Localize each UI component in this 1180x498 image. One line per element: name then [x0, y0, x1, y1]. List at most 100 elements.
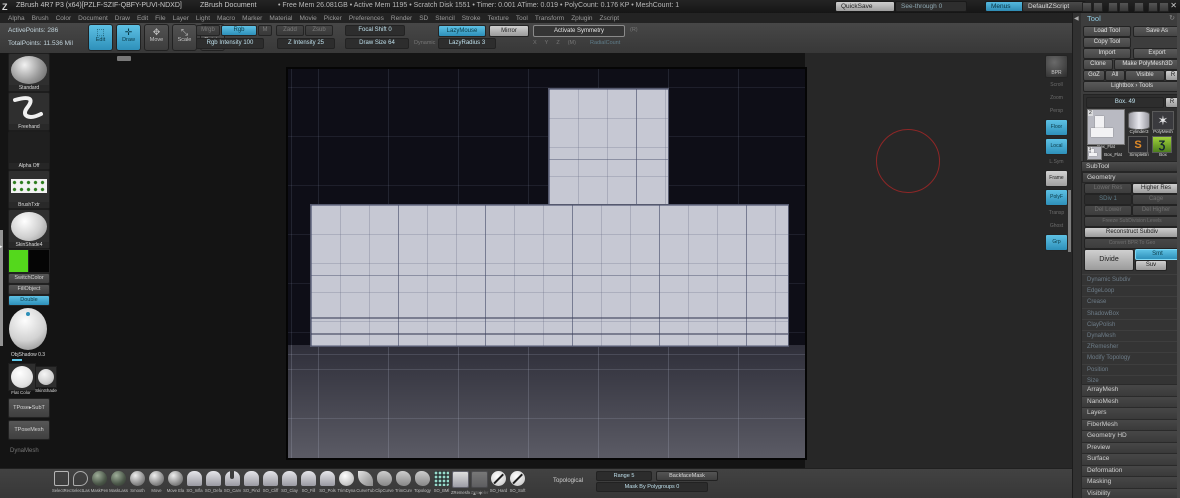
dynamesh-label[interactable]: DynaMesh: [10, 448, 39, 454]
view-toggle-button[interactable]: Persp: [1045, 106, 1068, 117]
higher-res-button[interactable]: Higher Res: [1132, 183, 1180, 194]
topological-label[interactable]: Topological: [553, 478, 583, 484]
brush-slot[interactable]: SO_Hard: [489, 471, 508, 495]
brush-slot[interactable]: Smooth: [128, 471, 147, 495]
axis-toggle[interactable]: (M): [568, 40, 576, 46]
mode-button[interactable]: ✥ Move: [144, 24, 169, 51]
goz-button[interactable]: GoZ: [1083, 70, 1105, 81]
quicksave-button[interactable]: QuickSave: [835, 1, 895, 12]
flat-color-material-slot[interactable]: [8, 363, 36, 391]
draw-size-slider[interactable]: Draw Size 64: [345, 38, 409, 49]
view-toggle-button[interactable]: L.Sym: [1045, 157, 1068, 168]
brush-slot[interactable]: ClipCurve: [375, 471, 394, 495]
lower-res-button[interactable]: Lower Res: [1084, 183, 1132, 194]
fill-object-button[interactable]: FillObject: [8, 284, 50, 295]
current-tool-thumbnail[interactable]: 2: [1087, 109, 1125, 145]
polymesh3d-star-icon[interactable]: ✶: [1152, 111, 1174, 130]
range-slider[interactable]: Range 5: [596, 471, 652, 481]
current-texture-slot[interactable]: BrushTxtr: [8, 170, 50, 209]
activate-symmetry-button[interactable]: Activate Symmetry: [533, 25, 625, 37]
goz-all-button[interactable]: All: [1105, 70, 1125, 81]
brush-slot[interactable]: ZRemeshe: [451, 471, 470, 495]
cage-button[interactable]: Cage: [1132, 194, 1180, 205]
lazyradius-slider[interactable]: LazyRadius 3: [438, 38, 496, 49]
tray-collapse-icon[interactable]: ◀: [1074, 15, 1079, 22]
view-toggle-button[interactable]: Grp: [1045, 234, 1068, 251]
menu-item[interactable]: Stencil: [435, 15, 455, 22]
brush-slot[interactable]: MaskLass: [109, 471, 128, 495]
zadd-button[interactable]: Zadd: [276, 25, 304, 36]
palette-section-header[interactable]: Deformation: [1081, 464, 1180, 476]
palette-gear-icon[interactable]: ↻: [1169, 14, 1175, 22]
mrgb-button[interactable]: Mrgb: [196, 25, 220, 36]
tray-divider[interactable]: [1073, 13, 1081, 498]
menu-item[interactable]: Brush: [32, 15, 49, 22]
divide-button[interactable]: Divide: [1084, 249, 1134, 271]
menu-item[interactable]: Render: [391, 15, 412, 22]
palette-section-header[interactable]: FiberMesh: [1081, 418, 1180, 430]
focal-shift-slider[interactable]: Focal Shift 0: [345, 25, 405, 36]
geometry-subsection-header[interactable]: ClayPolish: [1082, 318, 1180, 330]
right-shelf-scrollbar[interactable]: [1068, 190, 1071, 252]
simplebrush-tool-icon[interactable]: S: [1128, 136, 1148, 153]
see-through-slider[interactable]: See-through 0: [895, 1, 967, 12]
objshadow-slider[interactable]: [12, 359, 22, 361]
menu-item[interactable]: Texture: [488, 15, 509, 22]
rgb-button[interactable]: Rgb: [221, 25, 257, 36]
palette-section-header[interactable]: ArrayMesh: [1081, 384, 1180, 396]
box-tool-icon[interactable]: Ʒ: [1152, 136, 1172, 153]
switch-color-button[interactable]: SwitchColor: [8, 273, 50, 284]
menu-item[interactable]: Light: [196, 15, 210, 22]
default-zscript-button[interactable]: DefaultZScript: [1022, 1, 1086, 12]
axis-toggle[interactable]: X: [533, 40, 537, 46]
geometry-subsection-header[interactable]: DynaMesh: [1082, 329, 1180, 341]
geometry-subsection-header[interactable]: Modify Topology: [1082, 352, 1180, 363]
view-toggle-button[interactable]: Ghost: [1045, 221, 1068, 232]
box-tool-slider[interactable]: Box. 49: [1086, 97, 1164, 108]
menu-item[interactable]: Zplugin: [571, 15, 592, 22]
del-higher-button[interactable]: Del Higher: [1132, 205, 1180, 216]
current-alpha-slot[interactable]: Alpha Off: [8, 131, 50, 170]
import-button[interactable]: Import: [1083, 48, 1131, 59]
skinshade-material-slot[interactable]: [35, 366, 57, 388]
geometry-subsection-header[interactable]: ZRemesher: [1082, 341, 1180, 352]
save-as-button[interactable]: Save As: [1133, 26, 1180, 37]
freeze-subdivision-button[interactable]: Freeze SubDivision Levels: [1084, 216, 1180, 227]
mode-button[interactable]: ✛ Draw: [116, 24, 141, 51]
load-tool-button[interactable]: Load Tool: [1083, 26, 1131, 37]
brush-slot[interactable]: MaskPen: [90, 471, 109, 495]
shelf-scroll-arrows[interactable]: ▲▼: [472, 491, 484, 497]
menu-item[interactable]: SD: [419, 15, 428, 22]
palette-section-header[interactable]: Masking: [1081, 476, 1180, 488]
minimize-icon[interactable]: [1148, 2, 1158, 12]
current-stroke-slot[interactable]: Freehand: [8, 92, 50, 131]
geometry-subsection-header[interactable]: EdgeLoop: [1082, 285, 1180, 296]
z-intensity-slider[interactable]: Z Intensity 25: [277, 38, 335, 49]
brush-slot[interactable]: TrimCurv: [394, 471, 413, 495]
brush-slot[interactable]: SO_Fill: [299, 471, 318, 495]
symmetry-r-toggle[interactable]: (R): [630, 27, 638, 33]
export-button[interactable]: Export: [1133, 48, 1180, 59]
mirror-button[interactable]: Mirror: [489, 25, 529, 37]
palette-icon[interactable]: [1082, 2, 1092, 12]
brush-slot[interactable]: SO_BMl: [432, 471, 451, 495]
menu-item[interactable]: Macro: [217, 15, 235, 22]
geometry-subsection-header[interactable]: ShadowBox: [1082, 307, 1180, 319]
picker-icon[interactable]: [1108, 2, 1118, 12]
brush-slot[interactable]: SelectLas: [71, 471, 90, 495]
menu-item[interactable]: Picker: [324, 15, 342, 22]
cylinder3d-tool-icon[interactable]: [1128, 111, 1150, 130]
view-toggle-button[interactable]: Transp: [1045, 208, 1068, 219]
palette-section-header[interactable]: Layers: [1081, 407, 1180, 419]
objshadow-preview[interactable]: [8, 307, 48, 351]
lock-icon[interactable]: [1134, 2, 1144, 12]
left-tray-expand-arrow[interactable]: ▸: [0, 244, 3, 250]
menu-item[interactable]: Preferences: [349, 15, 384, 22]
brush-slot[interactable]: SO_Soft: [508, 471, 527, 495]
geometry-section-header[interactable]: Geometry: [1082, 172, 1180, 183]
brush-slot[interactable]: SelectRec: [52, 471, 71, 495]
axis-toggle[interactable]: Y: [545, 40, 549, 46]
axis-toggle[interactable]: Z: [556, 40, 559, 46]
tpose-subt-button[interactable]: TPose▸SubT: [8, 398, 50, 418]
palette-section-header[interactable]: Visibility: [1081, 487, 1180, 498]
